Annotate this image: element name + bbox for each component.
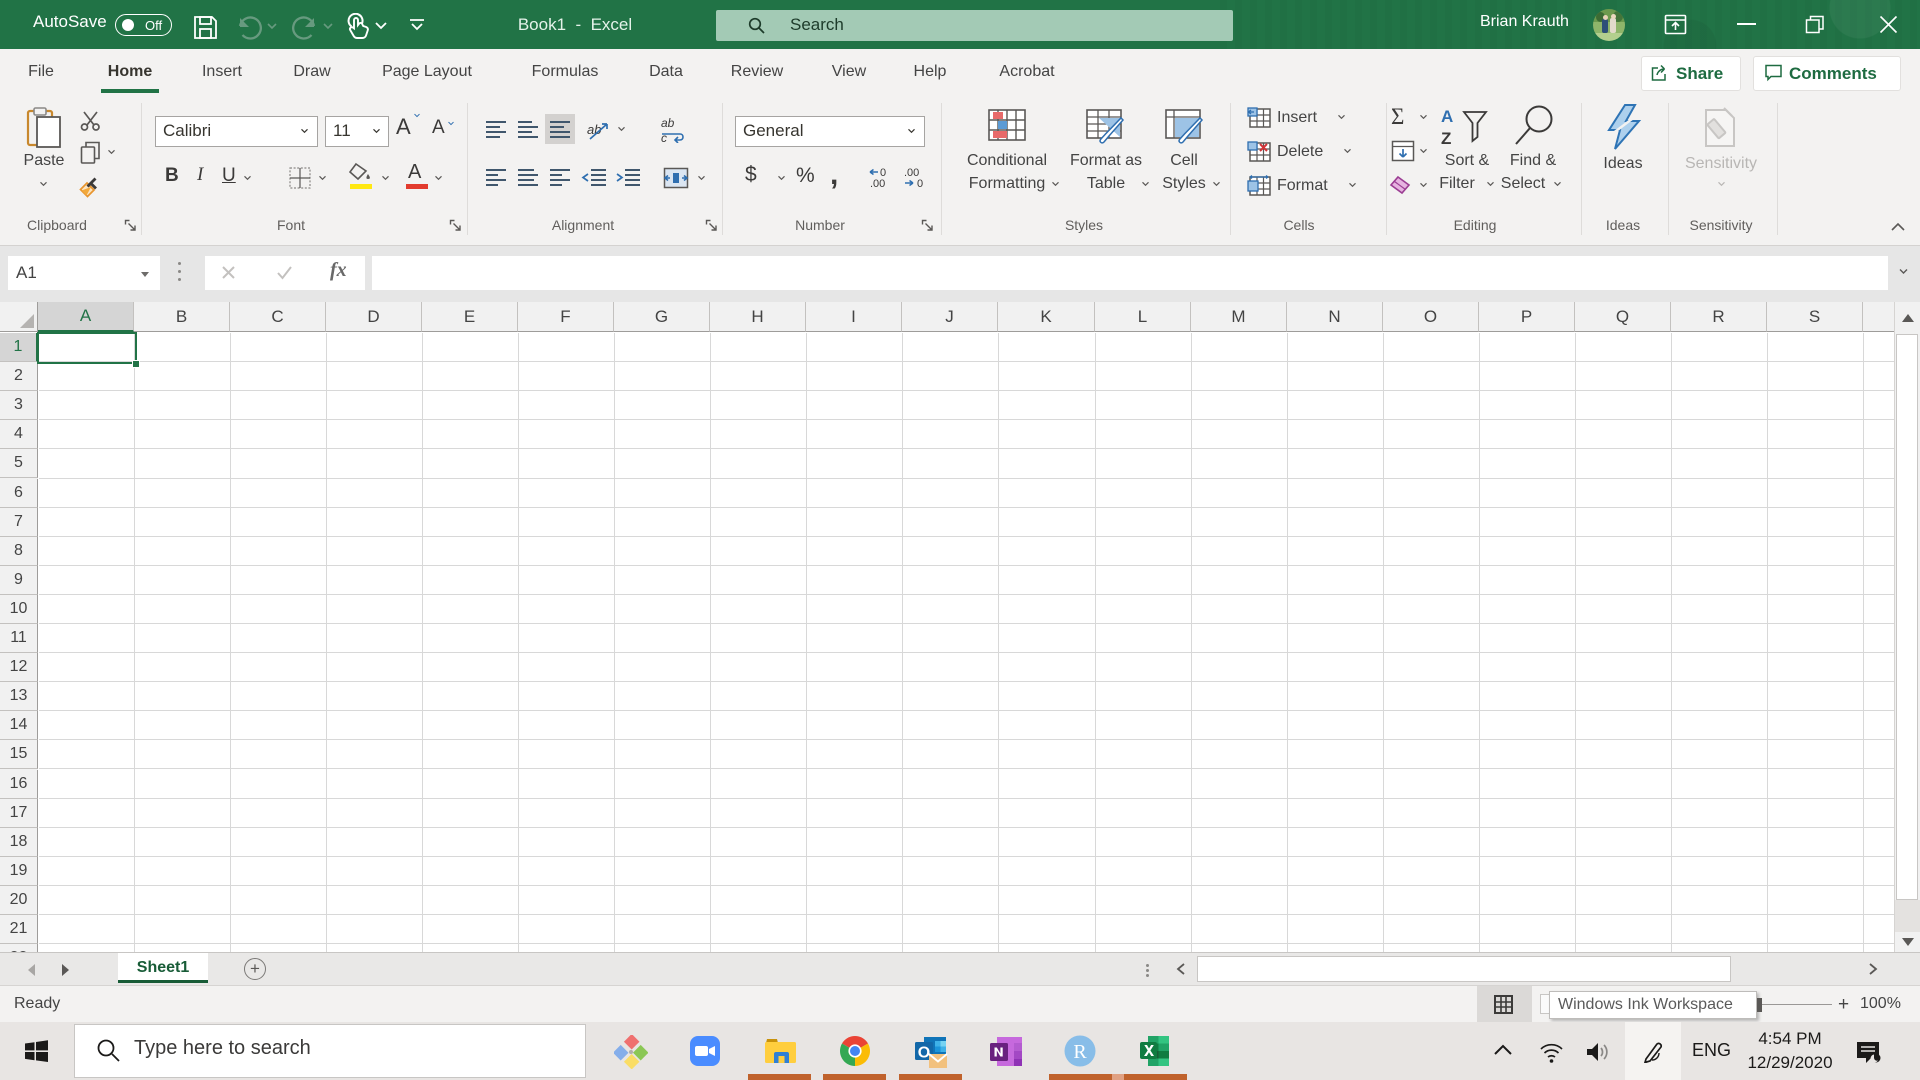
svg-text:O: O xyxy=(918,1045,930,1062)
svg-text:.00: .00 xyxy=(870,178,885,190)
svg-text:c: c xyxy=(661,131,667,143)
svg-text:A: A xyxy=(1441,107,1453,126)
svg-text:R: R xyxy=(1073,1041,1087,1063)
svg-text:0: 0 xyxy=(917,178,923,190)
svg-text:Z: Z xyxy=(1441,129,1451,148)
svg-text:ab: ab xyxy=(661,116,675,130)
